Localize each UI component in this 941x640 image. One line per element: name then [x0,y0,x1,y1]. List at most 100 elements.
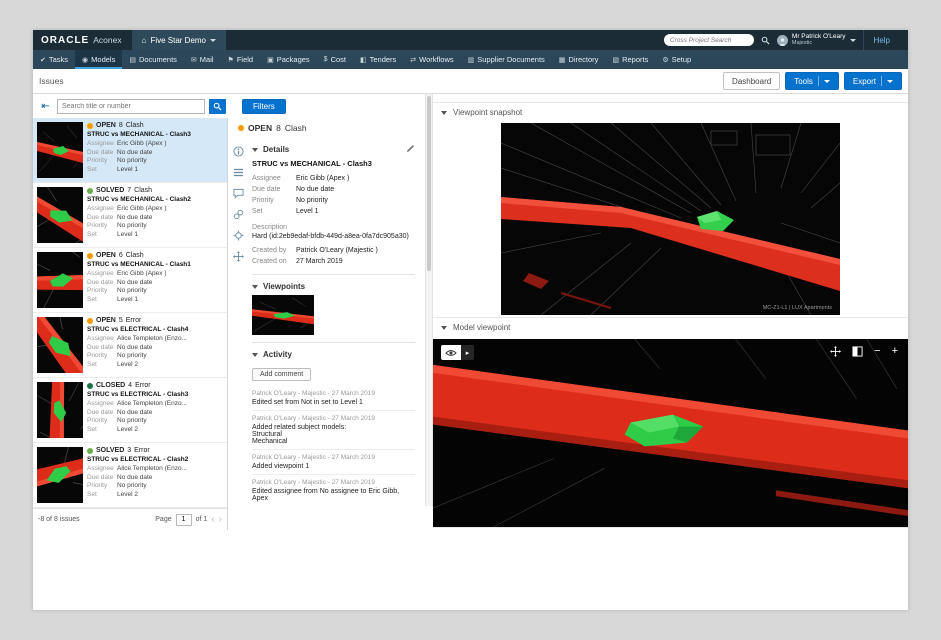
details-section-header[interactable]: Details [252,144,415,155]
cross-project-search-input[interactable] [664,34,754,46]
visibility-eye-button[interactable] [441,345,461,360]
issue-status-row: OPEN8Clash [87,122,223,129]
issue-list-item[interactable]: OPEN5ErrorSTRUC vs ELECTRICAL - Clash4As… [33,313,227,378]
issue-field-row: Due dateNo due date [87,214,223,223]
tab-tasks[interactable]: ✔Tasks [33,50,75,69]
activity-text: Edited assignee from No assignee to Eric… [252,488,415,502]
issue-list-item[interactable]: SOLVED7ClashSTRUC vs MECHANICAL - Clash2… [33,183,227,248]
issue-info: SOLVED7ClashSTRUC vs MECHANICAL - Clash2… [87,187,223,243]
tab-label: Setup [672,55,692,64]
export-button[interactable]: Export [844,72,902,90]
viewpoints-section-header[interactable]: Viewpoints [252,282,415,291]
issue-list-item[interactable]: OPEN6ClashSTRUC vs MECHANICAL - Clash1As… [33,248,227,313]
search-icon[interactable] [761,36,770,45]
issue-title: STRUC vs MECHANICAL - Clash3 [87,131,223,138]
user-menu[interactable]: Mr Patrick O'Leary Majestic [777,30,856,50]
issue-thumbnail [37,382,83,438]
issue-field-label: Set [87,361,114,370]
previous-page-icon[interactable]: ‹ [211,515,214,525]
tools-button[interactable]: Tools [785,72,839,90]
project-selector[interactable]: ⌂ Five Star Demo [132,30,226,50]
workflows-icon: ⇄ [410,56,416,64]
location-icon[interactable] [233,230,244,241]
viewpoint-snapshot-header[interactable]: Viewpoint snapshot [433,102,908,121]
section-view-icon[interactable] [852,346,863,357]
next-page-icon[interactable]: › [219,515,222,525]
tab-field[interactable]: ⚑Field [221,50,261,69]
activity-item: Patrick O'Leary - Majestic - 27 March 20… [252,474,415,506]
issue-info: SOLVED3ErrorSTRUC vs ELECTRICAL - Clash2… [87,447,223,503]
transform-icon[interactable] [233,251,244,262]
tab-setup[interactable]: ⚙Setup [655,50,698,69]
comment-icon[interactable] [233,188,244,199]
search-submit-button[interactable] [209,99,226,114]
tab-documents[interactable]: ▤Documents [122,50,184,69]
tab-tenders[interactable]: ◧Tenders [353,50,403,69]
detail-scrollbar[interactable] [425,94,433,506]
issue-field-row: Due dateNo due date [87,474,223,483]
tab-packages[interactable]: ▣Packages [260,50,317,69]
info-icon[interactable] [233,146,244,157]
issue-search-input[interactable] [57,99,205,114]
chevron-down-icon [210,39,216,42]
tab-cost[interactable]: $Cost [317,50,353,69]
tab-mail[interactable]: ✉Mail [184,50,221,69]
tab-reports[interactable]: ▧Reports [605,50,655,69]
help-link[interactable]: Help [863,30,900,50]
viewpoint-thumbnail[interactable] [252,295,314,335]
dashboard-button[interactable]: Dashboard [723,72,780,90]
issue-field-label: Set [87,491,114,500]
issue-type: Error [134,447,150,454]
filters-button[interactable]: Filters [242,99,286,114]
issue-title: STRUC vs ELECTRICAL - Clash3 [87,391,223,398]
expand-tools-button[interactable]: ▸ [461,345,474,360]
zoom-in-icon[interactable]: + [892,346,898,357]
issue-list-item[interactable]: SOLVED3ErrorSTRUC vs ELECTRICAL - Clash2… [33,443,227,508]
tab-directory[interactable]: ▦Directory [552,50,606,69]
tab-label: Documents [139,55,177,64]
edit-pencil-icon[interactable] [406,144,415,155]
issue-field-row: Due dateNo due date [87,409,223,418]
add-comment-button[interactable]: Add comment [252,368,311,381]
detail-status: OPEN [248,123,272,133]
tools-button-label: Tools [794,77,813,86]
issue-field-label: Due date [87,149,114,158]
collapse-panel-button[interactable]: ⇤ [38,99,53,114]
issue-field-value: Level 2 [117,491,138,500]
page-toolbar: Issues Dashboard Tools Export [33,69,908,94]
issue-number: 4 [128,382,132,389]
scrollbar-thumb[interactable] [427,96,431,271]
issue-field-label: Assignee [87,205,114,214]
issue-field-value: No priority [117,482,147,491]
pan-move-icon[interactable] [830,346,841,357]
tab-supplier-documents[interactable]: ▥Supplier Documents [461,50,552,69]
issue-status: SOLVED [96,187,124,194]
issue-field-value: Level 1 [117,296,138,305]
issue-thumbnail [37,187,83,243]
tab-workflows[interactable]: ⇄Workflows [403,50,460,69]
tab-label: Directory [568,55,598,64]
issues-panel: OPEN8Clash STRUC vs MECHANICAL - Clash3 As… [33,118,228,530]
link-icon[interactable] [233,209,244,220]
details-section-label: Details [263,145,289,154]
detail-field-label: Priority [252,195,296,206]
zoom-out-icon[interactable]: − [874,346,880,357]
chevron-down-icon [252,353,258,357]
activity-section-header[interactable]: Activity [252,350,415,359]
model-viewpoint-header[interactable]: Model viewpoint [433,317,908,336]
issue-field-label: Priority [87,287,114,296]
issue-list-item[interactable]: OPEN8ClashSTRUC vs MECHANICAL - Clash3As… [33,118,227,183]
tab-label: Packages [277,55,310,64]
chevron-down-icon [252,285,258,289]
viewpoint-snapshot-image[interactable]: MC-Z1-L1 | LUX Apartments [501,123,840,315]
detail-field-row: PriorityNo priority [252,195,415,206]
page-number-input[interactable] [176,514,192,526]
issue-field-row: AssigneeAlice Templeton (Enzo... [87,335,223,344]
issue-field-label: Assignee [87,270,114,279]
description-label: Description [252,224,415,231]
fields-icon[interactable] [233,167,244,178]
model-viewpoint-panel[interactable]: ▸ − + [433,339,908,528]
issue-list-item[interactable]: CLOSED4ErrorSTRUC vs ELECTRICAL - Clash3… [33,378,227,443]
tab-models[interactable]: ◉Models [75,50,122,69]
issue-field-row: SetLevel 1 [87,166,223,175]
